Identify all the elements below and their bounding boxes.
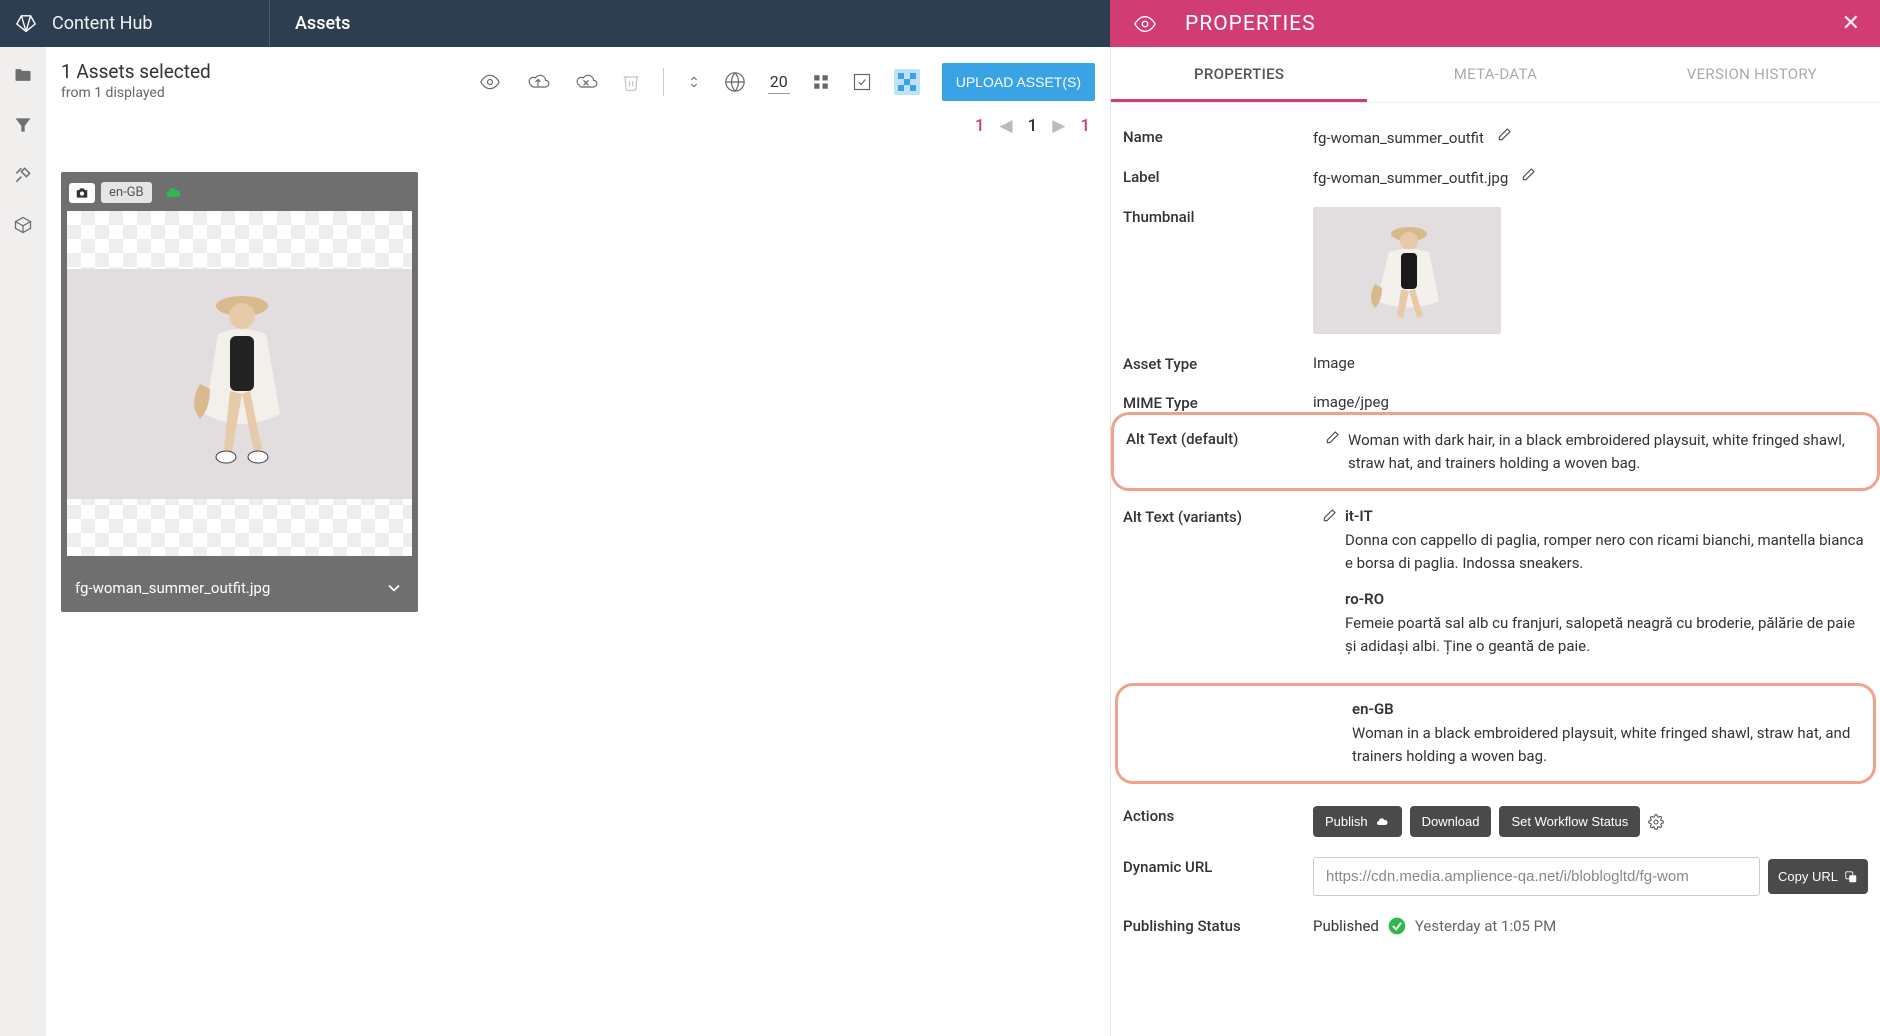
chevron-down-icon[interactable]	[384, 578, 404, 598]
sidebar-box-icon[interactable]	[13, 215, 33, 235]
field-mime-label: MIME Type	[1123, 393, 1313, 412]
thumbnail-image[interactable]	[1313, 207, 1501, 334]
displayed-count: from 1 displayed	[61, 85, 211, 101]
variant-it-text: Donna con cappello di paglia, romper ner…	[1345, 529, 1868, 574]
field-label-label: Label	[1123, 167, 1313, 186]
copy-url-button[interactable]: Copy URL	[1768, 859, 1868, 894]
dynamic-url-input[interactable]	[1313, 857, 1760, 896]
edit-icon[interactable]	[1313, 507, 1345, 524]
field-alt-variants-label: Alt Text (variants)	[1123, 507, 1313, 526]
variant-en-text: Woman in a black embroidered playsuit, w…	[1352, 722, 1861, 767]
field-publishing-status-label: Publishing Status	[1123, 916, 1313, 935]
variant-it-label: it-IT	[1345, 507, 1868, 525]
field-asset-type-value: Image	[1313, 354, 1868, 372]
field-alt-default-value: Woman with dark hair, in a black embroid…	[1348, 429, 1865, 474]
variant-ro-label: ro-RO	[1345, 590, 1868, 608]
upload-button[interactable]: UPLOAD ASSET(S)	[942, 63, 1095, 101]
toolbar-cloud-upload-icon[interactable]	[525, 72, 551, 92]
publishing-status-value: Published	[1313, 917, 1379, 935]
asset-filename: fg-woman_summer_outfit.jpg	[75, 579, 270, 597]
edit-icon[interactable]	[1520, 167, 1536, 183]
field-actions-label: Actions	[1123, 806, 1313, 825]
actions-gear-icon[interactable]	[1648, 814, 1664, 830]
toolbar-transparency-icon[interactable]	[894, 69, 920, 95]
publish-button[interactable]: Publish	[1313, 806, 1402, 837]
preview-eye-icon	[1130, 13, 1160, 35]
field-name-value: fg-woman_summer_outfit	[1313, 129, 1484, 147]
toolbar-select-icon[interactable]	[852, 72, 872, 92]
close-icon[interactable]: ✕	[1842, 11, 1860, 36]
download-button[interactable]: Download	[1410, 806, 1492, 837]
toolbar-cloud-cancel-icon[interactable]	[573, 72, 599, 92]
toolbar-trash-icon[interactable]	[621, 72, 641, 92]
tab-version-history[interactable]: VERSION HISTORY	[1624, 47, 1880, 102]
toolbar-preview-icon[interactable]	[477, 72, 503, 92]
edit-icon[interactable]	[1316, 429, 1348, 446]
field-alt-default-label: Alt Text (default)	[1126, 429, 1316, 448]
cloud-synced-icon	[162, 185, 184, 201]
pagination-next-icon[interactable]: ▶	[1052, 116, 1065, 136]
tab-metadata[interactable]: META-DATA	[1367, 47, 1623, 102]
sidebar-folder-icon[interactable]	[13, 65, 33, 85]
field-mime-value: image/jpeg	[1313, 393, 1868, 411]
field-label-value: fg-woman_summer_outfit.jpg	[1313, 169, 1508, 187]
sidebar-filter-icon[interactable]	[13, 115, 33, 135]
publishing-status-time: Yesterday at 1:05 PM	[1415, 917, 1556, 935]
field-name-label: Name	[1123, 127, 1313, 146]
panel-header-title: PROPERTIES	[1185, 12, 1316, 36]
variant-ro-text: Femeie poartă sal alb cu franjuri, salop…	[1345, 612, 1868, 657]
page-title: Assets	[295, 13, 350, 34]
field-asset-type-label: Asset Type	[1123, 354, 1313, 373]
pagination-last[interactable]: 1	[1080, 116, 1090, 136]
pagination-current: 1	[1028, 116, 1038, 136]
camera-icon	[69, 183, 95, 203]
field-thumbnail-label: Thumbnail	[1123, 207, 1313, 226]
toolbar-grid-icon[interactable]	[812, 73, 830, 91]
edit-icon[interactable]	[1496, 127, 1512, 143]
app-logo-icon	[15, 13, 37, 35]
check-circle-icon	[1387, 916, 1407, 936]
toolbar-globe-icon[interactable]	[724, 71, 746, 93]
field-dynamic-url-label: Dynamic URL	[1123, 857, 1313, 876]
asset-card[interactable]: en-GB	[61, 172, 418, 612]
tab-properties[interactable]: PROPERTIES	[1111, 47, 1367, 102]
page-size-select[interactable]: 20	[768, 70, 790, 94]
asset-thumbnail[interactable]	[67, 211, 412, 556]
workflow-button[interactable]: Set Workflow Status	[1499, 806, 1640, 837]
pagination-prev-icon[interactable]: ◀	[1000, 116, 1013, 136]
toolbar-sort-icon[interactable]	[686, 72, 702, 92]
pagination-first[interactable]: 1	[975, 116, 985, 136]
selected-count: 1 Assets selected	[61, 60, 211, 83]
variant-en-label: en-GB	[1352, 700, 1861, 718]
sidebar-tools-icon[interactable]	[13, 165, 33, 185]
toolbar-divider	[663, 68, 664, 96]
brand-label: Content Hub	[52, 13, 153, 34]
locale-badge: en-GB	[101, 182, 152, 203]
